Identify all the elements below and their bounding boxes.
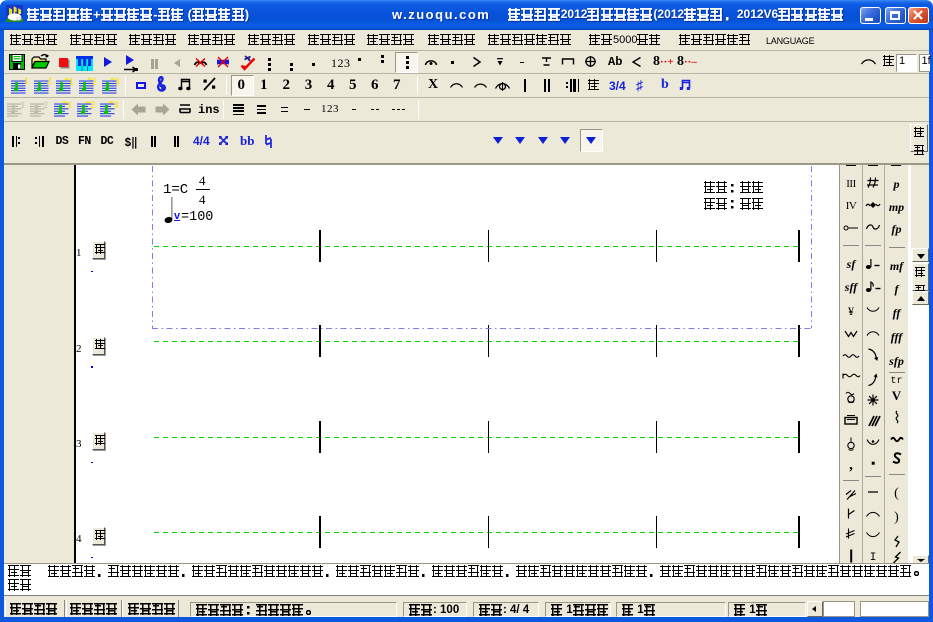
svg-text:3: 3 [113,100,118,110]
svg-text:1: 1 [21,100,26,110]
svg-text:2: 2 [43,100,48,110]
svg-text:1: 1 [24,76,29,86]
svg-text:1: 1 [69,77,74,87]
svg-text:2: 2 [47,76,52,86]
svg-text:2: 2 [92,77,97,87]
svg-text:1: 1 [68,100,73,110]
svg-text:2: 2 [90,100,95,110]
svg-text:3: 3 [115,77,120,87]
